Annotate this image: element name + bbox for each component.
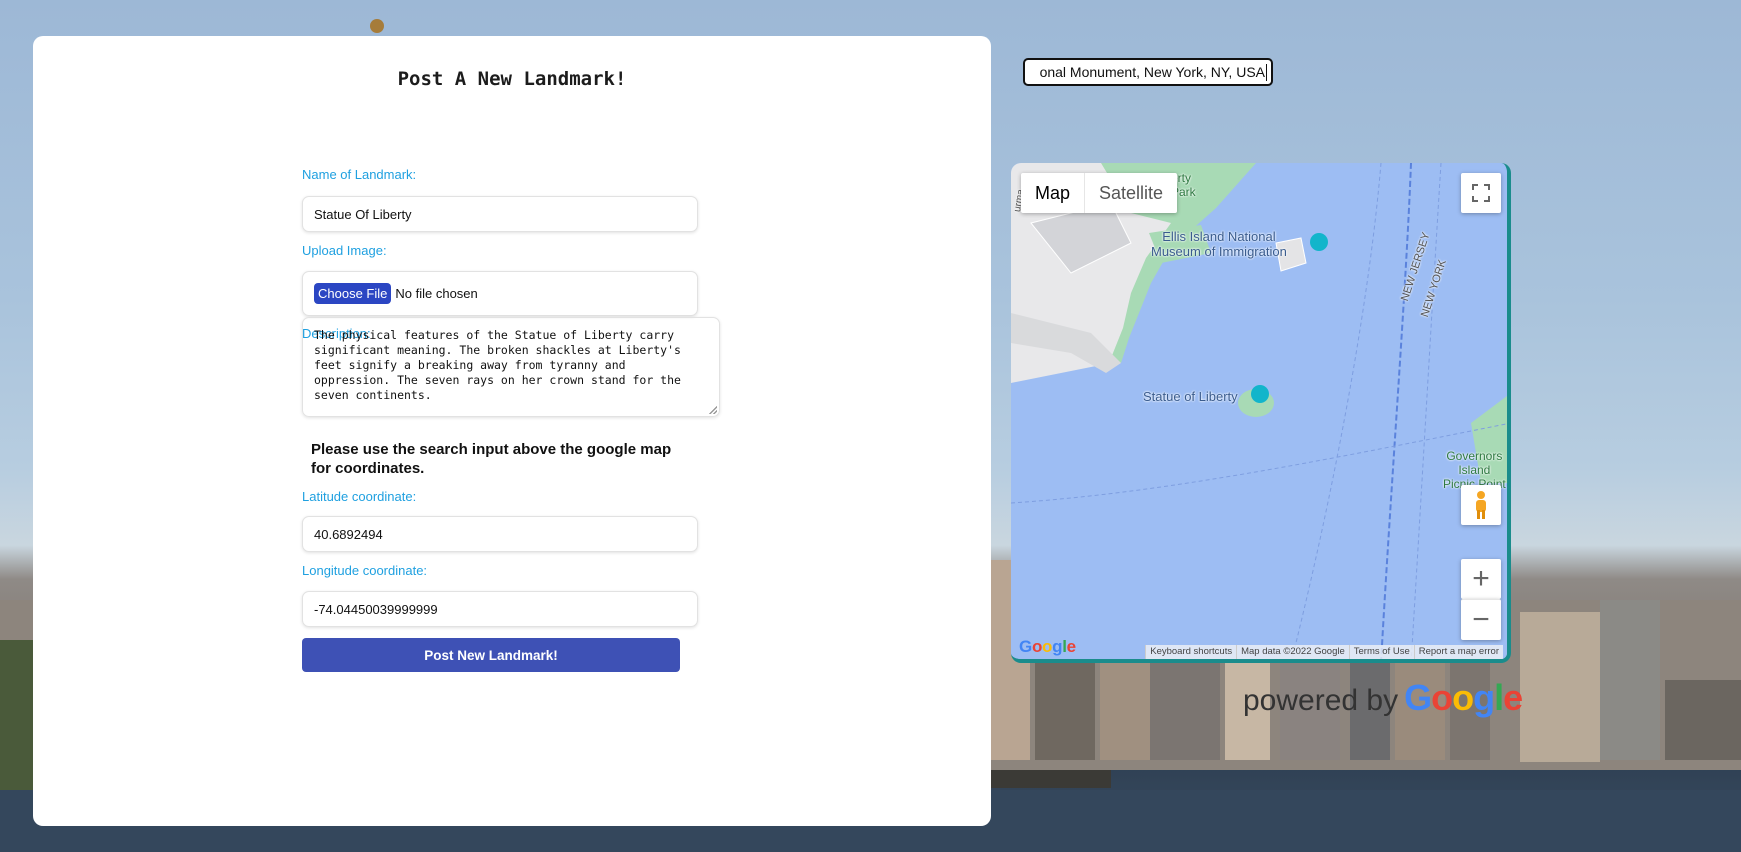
- keyboard-shortcuts-link[interactable]: Keyboard shortcuts: [1145, 645, 1236, 659]
- latitude-label: Latitude coordinate:: [302, 489, 417, 504]
- fullscreen-icon: [1472, 184, 1490, 202]
- street-view-pegman-button[interactable]: [1461, 485, 1501, 525]
- place-search-input[interactable]: onal Monument, New York, NY, USA: [1023, 58, 1273, 86]
- zoom-out-button[interactable]: −: [1461, 599, 1501, 640]
- description-value: The physical features of the Statue of L…: [314, 328, 681, 402]
- landmark-form-card: Post A New Landmark! Name of Landmark: S…: [33, 36, 991, 826]
- text-caret: [1266, 63, 1267, 81]
- map-data-text: Map data ©2022 Google: [1236, 645, 1349, 659]
- map-attribution: Keyboard shortcuts Map data ©2022 Google…: [1145, 645, 1503, 659]
- zoom-in-button[interactable]: +: [1461, 559, 1501, 599]
- fullscreen-button[interactable]: [1461, 173, 1501, 213]
- pegman-icon: [1476, 491, 1486, 519]
- form-title: Post A New Landmark!: [397, 68, 627, 90]
- place-search-value: onal Monument, New York, NY, USA: [1039, 64, 1265, 80]
- map-type-map-button[interactable]: Map: [1021, 173, 1084, 213]
- latitude-value: 40.6892494: [314, 526, 383, 542]
- powered-by-google: powered by Google: [1243, 677, 1523, 719]
- google-map[interactable]: erty Park Ellis Island National Museum o…: [1011, 163, 1511, 663]
- coordinate-note: Please use the search input above the go…: [311, 441, 672, 477]
- google-map-logo: Google: [1019, 637, 1076, 656]
- map-type-control: Map Satellite: [1021, 173, 1178, 213]
- landmark-name-value: Statue Of Liberty: [314, 206, 412, 222]
- description-textarea[interactable]: The physical features of the Statue of L…: [302, 317, 720, 417]
- resize-grip-icon[interactable]: [709, 406, 717, 414]
- report-error-link[interactable]: Report a map error: [1413, 645, 1503, 659]
- choose-file-button[interactable]: Choose File: [314, 283, 392, 304]
- terms-link[interactable]: Terms of Use: [1348, 645, 1414, 659]
- longitude-value: -74.04450039999999: [314, 601, 438, 617]
- image-upload-input[interactable]: Choose File No file chosen: [302, 271, 698, 316]
- post-landmark-button[interactable]: Post New Landmark!: [302, 638, 680, 672]
- longitude-input[interactable]: -74.04450039999999: [302, 591, 698, 627]
- longitude-label: Longitude coordinate:: [302, 563, 428, 578]
- google-brand-logo: Google: [1404, 677, 1523, 718]
- file-status: No file chosen: [395, 286, 478, 301]
- latitude-input[interactable]: 40.6892494: [302, 516, 698, 552]
- map-type-satellite-button[interactable]: Satellite: [1084, 173, 1177, 213]
- upload-label: Upload Image:: [302, 243, 387, 258]
- map-label-ellis-island: Ellis Island National Museum of Immigrat…: [1151, 229, 1287, 259]
- name-label: Name of Landmark:: [302, 167, 417, 182]
- landmark-name-input[interactable]: Statue Of Liberty: [302, 196, 698, 232]
- powered-by-text: powered by: [1243, 684, 1399, 717]
- map-label-statue: Statue of Liberty: [1143, 389, 1238, 404]
